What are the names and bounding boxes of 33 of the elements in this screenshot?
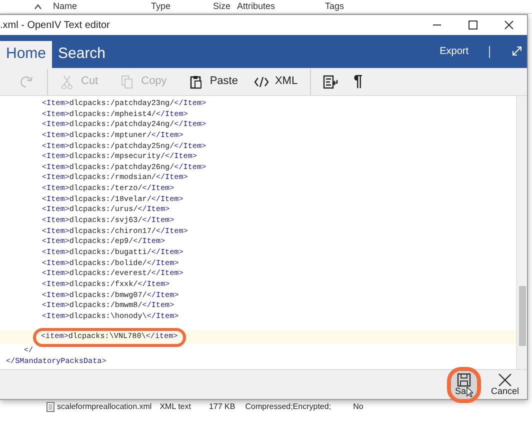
save-button[interactable]: Sa <box>450 370 477 398</box>
copy-icon <box>120 74 136 88</box>
cancel-button[interactable]: Cancel <box>486 371 523 398</box>
column-header[interactable]: Type <box>147 0 209 14</box>
xml-button[interactable]: XML <box>246 70 306 94</box>
paste-button[interactable]: Paste <box>180 70 246 94</box>
code-icon <box>254 74 269 88</box>
clipboard-icon <box>188 74 204 88</box>
column-header[interactable]: Name <box>49 0 147 14</box>
file-name: scaleformpreallocation.xml <box>56 401 153 413</box>
ribbon-tab[interactable]: Search <box>52 41 118 68</box>
file-tags: No <box>351 401 366 413</box>
file-type: XML text <box>158 401 192 413</box>
column-header[interactable]: Tags <box>321 0 361 14</box>
wrap-icon <box>322 74 338 88</box>
maximize-icon <box>468 20 478 30</box>
redo-icon <box>20 74 35 88</box>
expand-icon <box>512 46 522 56</box>
export-button[interactable]: Export <box>434 43 474 60</box>
scrollbar[interactable] <box>516 96 527 369</box>
mouse-pointer-icon <box>466 386 473 396</box>
scroll-up-icon[interactable] <box>33 2 43 12</box>
close-icon <box>504 20 514 30</box>
file-icon <box>46 402 55 412</box>
column-header[interactable]: Attributes <box>233 0 321 14</box>
file-attributes: Compressed;Encrypted; <box>244 401 332 413</box>
close-icon <box>498 373 512 387</box>
scissors-icon <box>60 74 75 88</box>
ribbon-tab[interactable]: Home <box>0 41 52 68</box>
column-header[interactable]: Size <box>209 0 233 14</box>
file-size: 177 KB <box>208 401 236 413</box>
window-title: .xml - OpenIV Text editor <box>0 18 110 32</box>
formatting-marks-button[interactable]: ¶ <box>346 70 370 94</box>
